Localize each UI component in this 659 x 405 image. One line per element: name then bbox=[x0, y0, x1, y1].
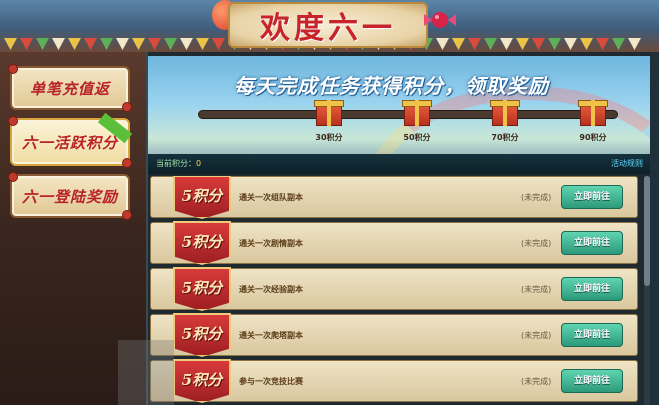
milestone-label: 70积分 bbox=[491, 133, 519, 142]
points-badge-text: 5积分 bbox=[181, 279, 223, 297]
sidebar-item-label: 六一活跃积分 bbox=[21, 133, 118, 152]
go-now-button[interactable]: 立即前往 bbox=[561, 323, 623, 347]
task-status: (未完成) bbox=[521, 239, 552, 248]
points-badge: 5积分 bbox=[173, 313, 231, 357]
current-points: 当前积分：0 bbox=[156, 158, 201, 169]
corner-ornament-icon bbox=[8, 116, 18, 126]
tooltip-overlay bbox=[118, 340, 174, 405]
task-status: (未完成) bbox=[521, 331, 552, 340]
gift-box-icon[interactable] bbox=[578, 94, 608, 128]
task-row: 5积分 通关一次爬塔副本 (未完成) 立即前往 bbox=[150, 313, 638, 357]
task-row: 5积分 参与一次竞技比赛 (未完成) 立即前往 bbox=[150, 359, 638, 403]
points-badge: 5积分 bbox=[173, 267, 231, 311]
milestone-label: 50积分 bbox=[403, 133, 431, 142]
task-list: 5积分 通关一次组队副本 (未完成) 立即前往 5积分 通关一次剧情副本 (未完… bbox=[150, 176, 640, 405]
milestone-label: 90积分 bbox=[579, 133, 607, 142]
window-edge bbox=[650, 52, 659, 405]
current-points-label: 当前积分： bbox=[156, 159, 196, 168]
task-description: 通关一次组队副本 bbox=[239, 193, 303, 202]
points-status-bar: 当前积分：0 活动规则 bbox=[148, 154, 651, 174]
title-plaque: 欢度六一 bbox=[228, 2, 428, 48]
gift-box-icon[interactable] bbox=[490, 94, 520, 128]
sidebar-item-single-recharge[interactable]: 单笔充值返 bbox=[8, 64, 132, 112]
task-status: (未完成) bbox=[521, 285, 552, 294]
points-badge-text: 5积分 bbox=[181, 371, 223, 389]
points-badge-text: 5积分 bbox=[181, 325, 223, 343]
task-row: 5积分 通关一次组队副本 (未完成) 立即前往 bbox=[150, 176, 638, 219]
points-badge-text: 5积分 bbox=[181, 187, 223, 205]
task-description: 通关一次爬塔副本 bbox=[239, 331, 303, 340]
corner-ornament-icon bbox=[122, 158, 132, 168]
task-description: 参与一次竞技比赛 bbox=[239, 377, 303, 386]
task-status: (未完成) bbox=[521, 377, 552, 386]
points-badge: 5积分 bbox=[173, 221, 231, 265]
corner-ornament-icon bbox=[8, 172, 18, 182]
corner-ornament-icon bbox=[8, 64, 18, 74]
current-points-value: 0 bbox=[196, 159, 202, 168]
gift-box-icon[interactable] bbox=[314, 94, 344, 128]
rules-link[interactable]: 活动规则 bbox=[611, 158, 643, 169]
sidebar-item-active-points[interactable]: 六一活跃积分 bbox=[8, 112, 133, 168]
corner-ornament-icon bbox=[122, 102, 132, 112]
sidebar-item-label: 六一登陆奖励 bbox=[21, 187, 118, 206]
points-badge: 5积分 bbox=[173, 176, 231, 219]
go-now-button[interactable]: 立即前往 bbox=[561, 185, 623, 209]
gift-box-icon[interactable] bbox=[402, 94, 432, 128]
points-badge: 5积分 bbox=[173, 359, 231, 403]
sidebar-item-label: 单笔充值返 bbox=[29, 79, 110, 98]
task-description: 通关一次经验副本 bbox=[239, 285, 303, 294]
corner-ornament-icon bbox=[122, 210, 132, 220]
page-title: 欢度六一 bbox=[260, 11, 396, 46]
event-window: 欢度六一 单笔充值返 六一活跃积分 六一登陆奖励 每天完成任务获得积分，领取奖励… bbox=[0, 0, 659, 405]
task-row: 5积分 通关一次经验副本 (未完成) 立即前往 bbox=[150, 267, 638, 311]
top-banner: 欢度六一 bbox=[0, 0, 659, 52]
go-now-button[interactable]: 立即前往 bbox=[561, 369, 623, 393]
go-now-button[interactable]: 立即前往 bbox=[561, 231, 623, 255]
reward-banner: 每天完成任务获得积分，领取奖励 30积分 50积分 70积分 90积分 当前积分… bbox=[148, 56, 651, 174]
task-row: 5积分 通关一次剧情副本 (未完成) 立即前往 bbox=[150, 221, 638, 265]
task-description: 通关一次剧情副本 bbox=[239, 239, 303, 248]
candy-icon bbox=[424, 12, 456, 28]
task-status: (未完成) bbox=[521, 193, 552, 202]
main-panel: 每天完成任务获得积分，领取奖励 30积分 50积分 70积分 90积分 当前积分… bbox=[146, 52, 651, 405]
milestone-label: 30积分 bbox=[315, 133, 343, 142]
go-now-button[interactable]: 立即前往 bbox=[561, 277, 623, 301]
sidebar-item-login-reward[interactable]: 六一登陆奖励 bbox=[8, 172, 132, 220]
points-badge-text: 5积分 bbox=[181, 233, 223, 251]
